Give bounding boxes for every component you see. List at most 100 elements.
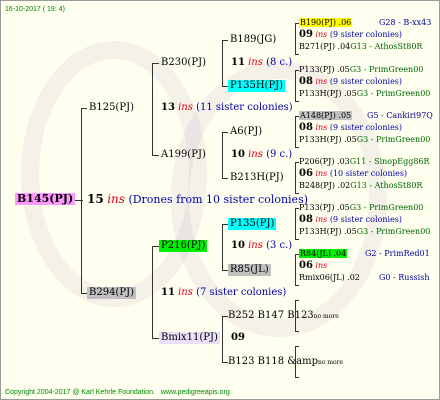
g1-top-ins: ins bbox=[178, 102, 193, 113]
g1-top-gen-number: 13 bbox=[161, 102, 175, 113]
g1-node-top[interactable]: B125(PJ) bbox=[87, 102, 136, 114]
g4-block-3: A148(PJ) .05 G5 - Cankiri97Q 08 ins (9 s… bbox=[299, 110, 439, 146]
g2-2-ins: ins bbox=[248, 149, 263, 160]
connector bbox=[152, 155, 159, 156]
g4-6-gen-number: 06 bbox=[299, 260, 313, 271]
connector bbox=[295, 54, 299, 55]
g3-node-3[interactable]: A6(PJ) bbox=[228, 126, 264, 138]
g1-node-bottom[interactable]: B294(PJ) bbox=[87, 287, 136, 299]
g4-4-top[interactable]: P206(PJ) .03G11 - SinopEgg86R bbox=[299, 156, 439, 168]
g4-3-top-label: A148(PJ) .05 bbox=[299, 111, 353, 120]
g4-6-bottom-info: G0 - Russish bbox=[379, 273, 430, 282]
g2-3-note: (3 c.) bbox=[266, 240, 293, 251]
g4-4-top-info: G11 - SinopEgg86R bbox=[349, 157, 430, 166]
g4-6-bottom[interactable]: Rmix06(JL) .02 G0 - Russish bbox=[299, 272, 439, 284]
g2-4-gen-number: 09 bbox=[231, 332, 245, 343]
g4-4-ins: ins bbox=[315, 169, 328, 178]
g4-5-bottom[interactable]: P133H(PJ) .05G3 - PrimGreen00 bbox=[299, 226, 439, 238]
g1-bottom-gen-number: 11 bbox=[161, 287, 175, 298]
g2-node-4[interactable]: Bmix11(PJ) bbox=[159, 332, 220, 344]
g2-node-3[interactable]: P216(PJ) bbox=[159, 240, 208, 252]
g3-node-2[interactable]: P135H(PJ) bbox=[228, 80, 286, 92]
root-node[interactable]: B145(PJ) bbox=[15, 193, 76, 205]
g4-1-top[interactable]: B190(PJ) .06 G28 - B-xx43 bbox=[299, 17, 439, 29]
g4-4-top-label: P206(PJ) .03 bbox=[299, 157, 350, 166]
g4-5-top-label: P133(PJ) .05 bbox=[299, 203, 350, 212]
g4-2-bottom-label: P133H(PJ) .05 bbox=[299, 89, 357, 98]
g4-2-top[interactable]: P133(PJ) .05G3 - PrimGreen00 bbox=[299, 64, 439, 76]
g4-3-bottom-label: P133H(PJ) .05 bbox=[299, 135, 357, 144]
g2-3-ins: ins bbox=[248, 240, 263, 251]
connector bbox=[295, 254, 296, 285]
g4-2-top-info: G3 - PrimGreen00 bbox=[349, 65, 424, 74]
connector bbox=[295, 331, 299, 332]
connector bbox=[295, 23, 296, 54]
g4-block-5: P133(PJ) .05G3 - PrimGreen00 08 ins (9 s… bbox=[299, 202, 439, 238]
g3-7-label: B252 B147 B123 bbox=[228, 310, 314, 321]
g3-node-1[interactable]: B189(JG) bbox=[228, 34, 278, 46]
g1-bottom-ins: ins bbox=[178, 287, 193, 298]
connector bbox=[295, 116, 296, 147]
g3-node-7[interactable]: B252 B147 B123no more bbox=[228, 310, 339, 323]
g4-3-note: (9 sister colonies) bbox=[329, 123, 403, 132]
g2-1-ins: ins bbox=[248, 57, 263, 68]
connector bbox=[152, 246, 159, 247]
g4-block-4: P206(PJ) .03G11 - SinopEgg86R 06 ins (10… bbox=[299, 156, 439, 192]
g4-3-top[interactable]: A148(PJ) .05 G5 - Cankiri97Q bbox=[299, 110, 439, 122]
g2-node-2[interactable]: A199(PJ) bbox=[159, 149, 208, 161]
g1-bottom-generation: 11 ins (7 sister colonies) bbox=[161, 287, 286, 299]
g2-1-note: (8 c.) bbox=[266, 57, 293, 68]
g4-5-bottom-label: P133H(PJ) .05 bbox=[299, 227, 357, 236]
g4-4-bottom-info: G13 - AthosSt80R bbox=[350, 181, 423, 190]
g4-4-bottom-label: B248(PJ) .02 bbox=[299, 181, 351, 190]
g4-2-gen-number: 08 bbox=[299, 76, 313, 87]
g4-4-bottom[interactable]: B248(PJ) .02G13 - AthosSt80R bbox=[299, 180, 439, 192]
g4-5-gen-number: 08 bbox=[299, 214, 313, 225]
connector bbox=[295, 377, 299, 378]
root-note: (Drones from 10 sister colonies) bbox=[128, 193, 309, 206]
g1-top-note: (11 sister colonies) bbox=[196, 102, 293, 113]
g4-2-bottom-info: G3 - PrimGreen00 bbox=[356, 89, 431, 98]
g4-1-note: (9 sister colonies) bbox=[329, 30, 403, 39]
g4-3-bottom[interactable]: P133H(PJ) .05G3 - PrimGreen00 bbox=[299, 134, 439, 146]
g1-top-generation: 13 ins (11 sister colonies) bbox=[161, 102, 293, 114]
connector bbox=[295, 300, 299, 301]
g3-node-5[interactable]: P135(PJ) bbox=[228, 218, 277, 230]
g4-1-bottom[interactable]: B271(PJ) .04G13 - AthosSt80R bbox=[299, 41, 439, 53]
connector bbox=[295, 101, 299, 102]
g4-5-top[interactable]: P133(PJ) .05G3 - PrimGreen00 bbox=[299, 202, 439, 214]
g4-3-top-info: G5 - Cankiri97Q bbox=[367, 111, 433, 120]
g4-2-note: (9 sister colonies) bbox=[329, 77, 403, 86]
g4-6-top[interactable]: R84(JL) .04 G2 - PrimRed01 bbox=[299, 248, 439, 260]
g2-2-generation: 10 ins (9 c.) bbox=[231, 149, 292, 161]
connector bbox=[222, 132, 223, 178]
connector bbox=[222, 40, 223, 86]
g4-1-top-label: B190(PJ) .06 bbox=[299, 18, 353, 27]
connector bbox=[295, 147, 299, 148]
g2-node-1[interactable]: B230(PJ) bbox=[159, 57, 208, 69]
g4-5-ins: ins bbox=[315, 215, 328, 224]
g4-6-top-label: R84(JL) .04 bbox=[299, 249, 348, 258]
g4-5-note: (9 sister colonies) bbox=[329, 215, 403, 224]
footer: Copyright 2004-2017 @ Karl Kehrle Founda… bbox=[5, 387, 230, 399]
g4-2-bottom[interactable]: P133H(PJ) .05G3 - PrimGreen00 bbox=[299, 88, 439, 100]
g3-7-suffix: no more bbox=[313, 313, 339, 320]
g2-4-generation: 09 bbox=[231, 332, 245, 344]
g4-2-top-label: P133(PJ) .05 bbox=[299, 65, 350, 74]
g4-3-gen-number: 08 bbox=[299, 122, 313, 133]
connector bbox=[222, 316, 223, 362]
root-ins: ins bbox=[107, 192, 125, 206]
g4-1-gen-number: 09 bbox=[299, 29, 313, 40]
connector bbox=[295, 162, 296, 193]
g3-node-6[interactable]: R85(JL) bbox=[228, 264, 271, 276]
g4-block-6: R84(JL) .04 G2 - PrimRed01 06 ins Rmix06… bbox=[299, 248, 439, 284]
g4-5-top-info: G3 - PrimGreen00 bbox=[349, 203, 424, 212]
connector bbox=[295, 239, 299, 240]
g4-3-bottom-info: G3 - PrimGreen00 bbox=[356, 135, 431, 144]
g4-6-bottom-label: Rmix06(JL) .02 bbox=[299, 273, 360, 282]
g3-node-8[interactable]: B123 B118 &ampno more bbox=[228, 356, 343, 369]
g4-5-bottom-info: G3 - PrimGreen00 bbox=[356, 227, 431, 236]
g3-node-4[interactable]: B213H(PJ) bbox=[228, 172, 286, 184]
website-link[interactable]: www.pedigreeapis.org bbox=[161, 389, 230, 396]
connector bbox=[295, 208, 296, 239]
